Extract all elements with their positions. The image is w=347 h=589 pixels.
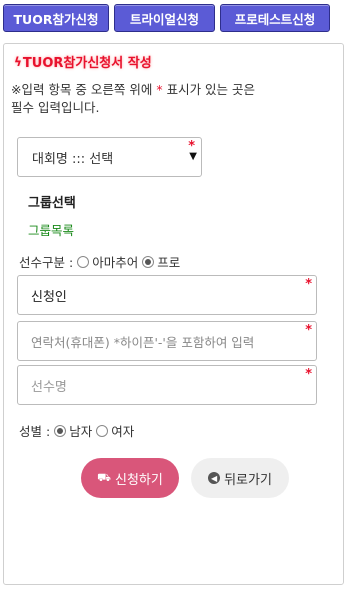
player-type-group: 선수구분 : 아마추어 프로	[19, 252, 180, 271]
tournament-select[interactable]: 대회명 ::: 선택 * ▼	[17, 137, 202, 177]
radio-male-label[interactable]: 남자	[69, 421, 92, 440]
player-name-placeholder: 선수명	[31, 379, 67, 395]
required-mark: *	[305, 277, 312, 292]
gender-group: 성별 : 남자 여자	[19, 421, 134, 440]
notice-text-suffix: 표시가 있는 곳은	[162, 82, 256, 97]
tab-trial-apply[interactable]: 트라이얼신청	[114, 4, 215, 32]
required-notice: ※입력 항목 중 오른쪽 위에 * 표시가 있는 곳은 필수 입력입니다.	[11, 81, 311, 117]
tab-pro-test-apply[interactable]: 프로테스트신청	[220, 4, 330, 32]
form-title: ϟ TUOR참가신청서 작성	[14, 52, 152, 72]
back-button[interactable]: ◀ 뒤로가기	[191, 458, 289, 498]
radio-female-label[interactable]: 여자	[111, 421, 134, 440]
gender-label: 성별 :	[19, 424, 51, 439]
car-icon: ⛟	[97, 470, 111, 484]
lightning-icon: ϟ	[14, 54, 22, 69]
required-mark: *	[305, 367, 312, 382]
form-title-text: TUOR참가신청서 작성	[22, 56, 152, 71]
apply-button-label: 신청하기	[115, 472, 163, 488]
group-select-heading: 그룹선택	[28, 196, 76, 211]
phone-field[interactable]: 연락처(휴대폰) *하이픈'-'을 포함하여 입력 *	[17, 321, 317, 361]
application-form-panel: ϟ TUOR참가신청서 작성 ※입력 항목 중 오른쪽 위에 * 표시가 있는 …	[3, 43, 344, 585]
radio-male[interactable]	[54, 424, 67, 437]
back-arrow-icon: ◀	[208, 472, 221, 484]
player-type-label: 선수구분 :	[19, 255, 74, 270]
player-name-field[interactable]: 선수명 *	[17, 365, 317, 405]
radio-female[interactable]	[96, 424, 109, 437]
back-button-label: 뒤로가기	[224, 472, 272, 488]
applicant-field[interactable]: 신청인 *	[17, 275, 317, 315]
group-list: 그룹목록	[28, 223, 75, 238]
tab-bar: TUOR참가신청 트라이얼신청 프로테스트신청	[0, 0, 347, 38]
notice-text-line2: 필수 입력입니다.	[11, 100, 100, 115]
radio-pro-label[interactable]: 프로	[157, 252, 180, 271]
required-mark: *	[305, 323, 312, 338]
tab-tuor-apply[interactable]: TUOR참가신청	[3, 4, 109, 32]
tournament-select-value: 대회명 ::: 선택	[32, 151, 114, 167]
apply-button[interactable]: ⛟ 신청하기	[81, 458, 179, 498]
notice-text: ※입력 항목 중 오른쪽 위에	[11, 82, 157, 97]
dropdown-arrow-icon: ▼	[189, 151, 197, 162]
radio-pro[interactable]	[142, 255, 155, 268]
phone-placeholder: 연락처(휴대폰) *하이픈'-'을 포함하여 입력	[31, 334, 255, 350]
radio-amateur[interactable]	[77, 255, 90, 268]
applicant-value: 신청인	[31, 289, 67, 305]
radio-amateur-label[interactable]: 아마추어	[92, 252, 138, 271]
